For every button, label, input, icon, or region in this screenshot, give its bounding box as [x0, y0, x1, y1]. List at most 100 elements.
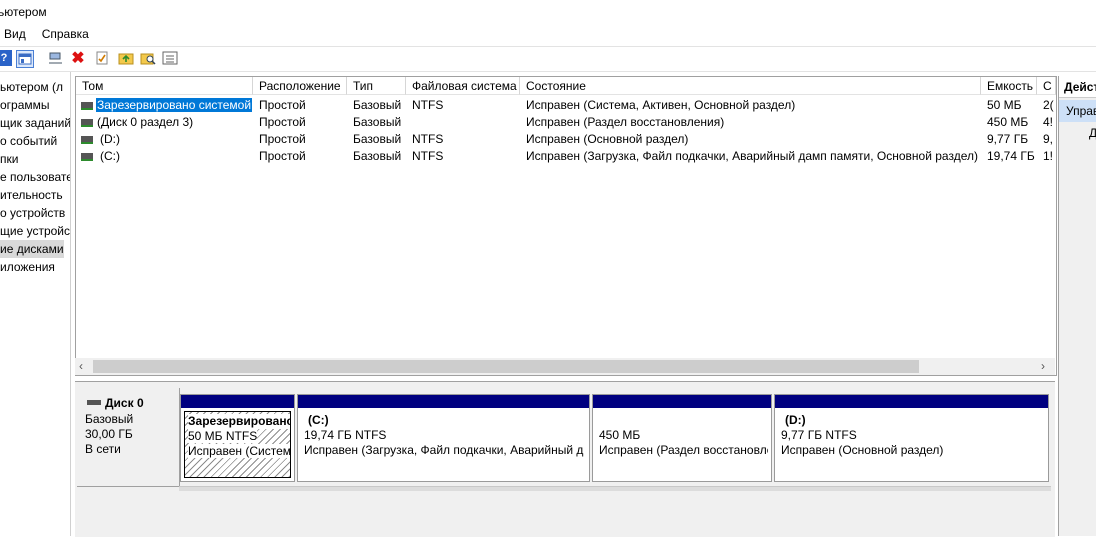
- volume-row[interactable]: (C:) Простой Базовый NTFS Исправен (Загр…: [76, 148, 1056, 165]
- partition-status: Исправен (Раздел восстановле: [599, 443, 768, 457]
- column-layout[interactable]: Расположение: [253, 77, 347, 95]
- column-filesystem[interactable]: Файловая система: [406, 77, 520, 95]
- partition-title: (D:): [785, 413, 806, 427]
- nav-item-device-manager[interactable]: о устройств: [0, 204, 65, 222]
- partition-bar: [298, 395, 589, 408]
- volume-row[interactable]: (Диск 0 раздел 3) Простой Базовый Исправ…: [76, 114, 1056, 131]
- nav-item-event-viewer[interactable]: о событий: [0, 132, 57, 150]
- partition-bar: [775, 395, 1048, 408]
- help-icon[interactable]: ?: [0, 50, 12, 66]
- volume-list: Том Расположение Тип Файловая система Со…: [75, 76, 1057, 376]
- nav-item-local-users[interactable]: е пользовате: [0, 168, 70, 186]
- volume-drive-icon: [81, 136, 93, 144]
- partition-size: 450 МБ: [599, 428, 641, 442]
- volume-drive-icon: [81, 102, 93, 110]
- column-status[interactable]: Состояние: [520, 77, 981, 95]
- horizontal-scrollbar[interactable]: ‹ ›: [75, 358, 1055, 375]
- disk-state: В сети: [85, 442, 121, 456]
- volume-type: Базовый: [353, 149, 402, 163]
- partition-d[interactable]: (D:) 9,77 ГБ NTFS Исправен (Основной раз…: [774, 394, 1049, 482]
- partition-body: (C:) 19,74 ГБ NTFS Исправен (Загрузка, Ф…: [301, 411, 586, 478]
- nav-item-applications[interactable]: иложения: [0, 258, 55, 276]
- volume-row[interactable]: (D:) Простой Базовый NTFS Исправен (Осно…: [76, 131, 1056, 148]
- column-capacity[interactable]: Емкость: [981, 77, 1037, 95]
- volume-status: Исправен (Раздел восстановления): [526, 115, 725, 129]
- menu-view[interactable]: Вид: [0, 24, 32, 44]
- disk-name: Диск 0: [105, 396, 144, 410]
- partition-size: 19,74 ГБ NTFS: [304, 428, 387, 442]
- nav-item-programs[interactable]: ограммы: [0, 96, 50, 114]
- partition-title: Зарезервированс: [188, 414, 290, 429]
- volume-layout: Простой: [259, 149, 306, 163]
- partition-bar: [181, 395, 294, 408]
- partition-size: 9,77 ГБ NTFS: [781, 428, 857, 442]
- volume-free: 1!: [1043, 149, 1054, 163]
- scrollbar-thumb[interactable]: [93, 360, 919, 373]
- volume-free: 4!: [1043, 115, 1054, 129]
- menu-bar: Вид Справка: [0, 24, 1096, 44]
- volume-type: Базовый: [353, 132, 402, 146]
- volume-name: Зарезервировано системой: [96, 98, 253, 112]
- partition-status: Исправен (Основной раздел): [781, 443, 944, 457]
- nav-item-computer-management[interactable]: ьютером (л: [0, 78, 63, 96]
- disk-separator: [179, 486, 1051, 491]
- volume-free: 9,: [1043, 132, 1054, 146]
- volume-layout: Простой: [259, 132, 306, 146]
- partition-size: 50 МБ NTFS: [188, 429, 258, 443]
- actions-header: Дейст: [1059, 76, 1096, 98]
- partition-status: Исправен (Систем: [188, 444, 291, 458]
- column-type[interactable]: Тип: [347, 77, 406, 95]
- volume-name: (C:): [100, 149, 120, 163]
- search-folder-icon[interactable]: [140, 50, 156, 66]
- partition-bar: [593, 395, 771, 408]
- scroll-right-icon[interactable]: ›: [1041, 358, 1045, 375]
- column-volume[interactable]: Том: [76, 77, 253, 95]
- disk-type: Базовый: [85, 412, 134, 426]
- actions-disk-management[interactable]: Управ: [1059, 100, 1096, 122]
- nav-item-disk-management[interactable]: ие дисками: [0, 240, 64, 258]
- actions-more[interactable]: Д: [1059, 124, 1096, 142]
- disk-info[interactable]: Диск 0 Базовый 30,00 ГБ В сети: [77, 388, 180, 487]
- disk-size: 30,00 ГБ: [85, 427, 133, 441]
- list-view-icon[interactable]: [162, 50, 178, 66]
- partition-body: Зарезервированс 50 МБ NTFS Исправен (Сис…: [184, 411, 291, 478]
- volume-capacity: 9,77 ГБ: [987, 132, 1029, 146]
- nav-item-storage-devices[interactable]: щие устройст: [0, 222, 70, 240]
- partition-c[interactable]: (C:) 19,74 ГБ NTFS Исправен (Загрузка, Ф…: [297, 394, 590, 482]
- toolbar: ? ✖: [0, 46, 1096, 72]
- volume-status: Исправен (Загрузка, Файл подкачки, Авари…: [526, 149, 978, 163]
- volume-layout: Простой: [259, 115, 306, 129]
- menu-help[interactable]: Справка: [32, 24, 95, 44]
- volume-status: Исправен (Система, Активен, Основной раз…: [526, 98, 796, 112]
- nav-item-task-scheduler[interactable]: щик заданий: [0, 114, 70, 132]
- volume-row[interactable]: Зарезервировано системой Простой Базовый…: [76, 97, 1056, 114]
- console-icon[interactable]: [16, 50, 34, 68]
- volume-fs: NTFS: [412, 149, 444, 163]
- folder-up-icon[interactable]: [118, 50, 134, 66]
- volume-free: 2(: [1043, 98, 1054, 112]
- partition-title: (C:): [308, 413, 329, 427]
- volume-drive-icon: [81, 119, 93, 127]
- properties-icon[interactable]: [94, 50, 110, 66]
- partition-reserved[interactable]: Зарезервированс 50 МБ NTFS Исправен (Сис…: [180, 394, 295, 482]
- delete-icon[interactable]: ✖: [70, 50, 86, 67]
- connect-icon[interactable]: [48, 50, 64, 66]
- partition-status: Исправен (Загрузка, Файл подкачки, Авари…: [304, 443, 584, 457]
- navigation-tree: ьютером (л ограммы щик заданий о событий…: [0, 72, 71, 536]
- volume-name: (Диск 0 раздел 3): [97, 115, 194, 129]
- partition-title: [599, 413, 765, 428]
- scroll-left-icon[interactable]: ‹: [79, 358, 83, 375]
- volume-layout: Простой: [259, 98, 306, 112]
- volume-type: Базовый: [353, 115, 402, 129]
- nav-item-performance[interactable]: ительность: [0, 186, 63, 204]
- volume-capacity: 50 МБ: [987, 98, 1022, 112]
- nav-item-shared-folders[interactable]: пки: [0, 150, 18, 168]
- actions-pane: Дейст Управ Д: [1058, 76, 1096, 536]
- partition-recovery[interactable]: 450 МБ Исправен (Раздел восстановле: [592, 394, 772, 482]
- volume-fs: NTFS: [412, 98, 444, 112]
- disk-map-pane: Диск 0 Базовый 30,00 ГБ В сети Зарезерви…: [75, 381, 1055, 537]
- volume-type: Базовый: [353, 98, 402, 112]
- column-free[interactable]: С: [1037, 77, 1056, 95]
- disk-icon: [87, 400, 101, 405]
- window-title: ьютером: [0, 5, 47, 19]
